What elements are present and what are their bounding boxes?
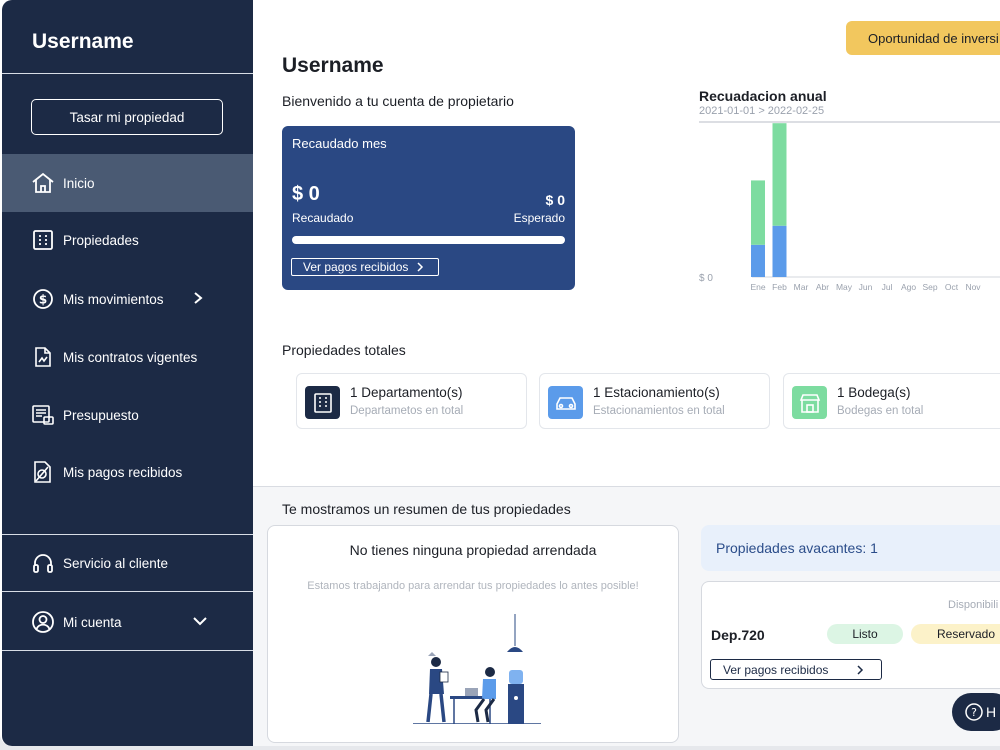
expected-amount: $ 0	[545, 192, 565, 208]
expected-label: Esperado	[513, 211, 565, 225]
building-icon	[31, 228, 55, 252]
empty-desc: Estamos trabajando para arrendar tus pro…	[307, 580, 639, 592]
x-tick-label: Ago	[901, 282, 916, 292]
property-name: 1 Bodega(s)	[837, 385, 911, 400]
help-button[interactable]: ? H	[952, 693, 1000, 731]
sidebar-item-pagos[interactable]: Mis pagos recibidos	[2, 443, 253, 501]
bar-feb-series-1	[772, 123, 787, 226]
headset-icon	[31, 551, 55, 575]
sidebar-item-label: Inicio	[63, 175, 95, 191]
property-card-estacionamientos[interactable]: 1 Estacionamiento(s) Estacionamientos en…	[539, 373, 770, 429]
vacant-properties-banner: Propiedades avacantes: 1	[701, 525, 1000, 571]
x-tick-label: Feb	[772, 282, 787, 292]
collected-progress-bar	[292, 236, 565, 244]
x-tick-label: Mar	[794, 282, 809, 292]
x-tick-label: Sep	[922, 282, 937, 292]
chevron-right-icon	[192, 291, 204, 308]
payments-icon	[31, 460, 55, 484]
office-illustration-icon	[413, 614, 541, 724]
chevron-right-icon	[856, 664, 864, 675]
property-name: 1 Departamento(s)	[350, 385, 463, 400]
availability-label: Disponibili	[948, 599, 999, 611]
collected-card: Recaudado mes $ 0 $ 0 Recaudado Esperado…	[282, 126, 575, 290]
property-name: 1 Estacionamiento(s)	[593, 385, 720, 400]
sidebar-username: Username	[32, 30, 134, 53]
property-name: Dep.720	[711, 627, 765, 643]
collected-label: Recaudado	[292, 211, 354, 225]
property-desc: Estacionamientos en total	[593, 405, 725, 417]
sidebar-item-propiedades[interactable]: Propiedades	[2, 211, 253, 269]
chevron-right-icon	[416, 262, 424, 272]
car-icon	[548, 386, 583, 419]
view-payments-label: Ver pagos recibidos	[723, 662, 829, 677]
home-icon	[31, 171, 55, 195]
x-tick-label: Oct	[945, 282, 959, 292]
annual-collection-chart: $ 0 Ene Feb Mar Abr May Jun Jul Ago Sep Oct Nov	[699, 121, 1000, 292]
x-tick-label: Jul	[882, 282, 893, 292]
bar-ene-series-1	[751, 180, 765, 245]
budget-icon	[31, 403, 55, 427]
status-badge-reserved: Reservado	[911, 624, 1000, 644]
sidebar: Username Tasar mi propiedad Inicio Propi…	[2, 0, 253, 746]
chart-title: Recuadacion anual	[699, 88, 827, 104]
sidebar-item-label: Propiedades	[63, 232, 139, 248]
svg-text:$: $	[39, 293, 47, 307]
sidebar-item-label: Mis contratos vigentes	[63, 349, 198, 365]
rate-property-button[interactable]: Tasar mi propiedad	[31, 99, 223, 135]
summary-title: Te mostramos un resumen de tus propiedad…	[282, 501, 571, 517]
collected-card-title: Recaudado mes	[292, 136, 387, 151]
bar-feb-series-0	[772, 225, 787, 277]
user-circle-icon	[31, 610, 55, 634]
vacant-property-card: Disponibili Dep.720 Listo Reservado Ver …	[701, 581, 1000, 689]
chart-subtitle: 2021-01-01 > 2022-02-25	[699, 105, 825, 117]
divider	[2, 650, 253, 651]
account-item[interactable]: Mi cuenta	[2, 593, 253, 651]
investment-button[interactable]: Oportunidad de inversi	[846, 21, 1000, 55]
help-label: H	[986, 704, 997, 720]
help-circle-icon: ?	[965, 703, 983, 721]
svg-text:?: ?	[971, 706, 977, 719]
property-card-bodegas[interactable]: 1 Bodega(s) Bodegas en total	[783, 373, 1000, 429]
property-desc: Bodegas en total	[837, 405, 924, 417]
divider	[2, 591, 253, 592]
divider	[2, 73, 253, 74]
empty-title: No tienes ninguna propiedad arrendada	[349, 542, 597, 558]
sidebar-item-movimientos[interactable]: $ Mis movimientos	[2, 270, 253, 328]
x-tick-label: Ene	[750, 282, 765, 292]
bar-ene-series-0	[751, 244, 765, 277]
status-badge-ready: Listo	[827, 624, 903, 644]
properties-title: Propiedades totales	[282, 342, 406, 358]
x-tick-label: May	[836, 282, 853, 292]
customer-service-label: Servicio al cliente	[63, 555, 169, 571]
building-icon	[305, 386, 340, 419]
customer-service-item[interactable]: Servicio al cliente	[2, 534, 253, 592]
y-tick-label: $ 0	[699, 273, 713, 284]
sidebar-item-label: Presupuesto	[63, 407, 139, 423]
account-label: Mi cuenta	[63, 614, 122, 630]
summary-section: Te mostramos un resumen de tus propiedad…	[253, 486, 1000, 746]
page-subtitle: Bienvenido a tu cuenta de propietario	[282, 93, 514, 109]
x-tick-label: Nov	[965, 282, 981, 292]
x-tick-label: Abr	[816, 282, 829, 292]
empty-rented-card: No tienes ninguna propiedad arrendada Es…	[267, 525, 679, 743]
property-card-departamentos[interactable]: 1 Departamento(s) Departametos en total	[296, 373, 527, 429]
sidebar-item-inicio[interactable]: Inicio	[2, 154, 253, 212]
store-icon	[792, 386, 827, 419]
sidebar-item-presupuesto[interactable]: Presupuesto	[2, 386, 253, 444]
app-window: Username Tasar mi propiedad Inicio Propi…	[0, 0, 1000, 746]
page-title: Username	[282, 54, 384, 77]
sidebar-item-contratos[interactable]: Mis contratos vigentes	[2, 328, 253, 386]
sidebar-item-label: Mis movimientos	[63, 291, 164, 307]
view-payments-label: Ver pagos recibidos	[303, 260, 409, 274]
chevron-down-icon	[192, 615, 208, 630]
x-tick-label: Jun	[859, 282, 873, 292]
property-desc: Departametos en total	[350, 405, 464, 417]
contract-icon	[31, 345, 55, 369]
collected-amount: $ 0	[292, 183, 320, 205]
sidebar-item-label: Mis pagos recibidos	[63, 464, 183, 480]
view-payments-link[interactable]: Ver pagos recibidos	[710, 659, 882, 680]
view-payments-link[interactable]: Ver pagos recibidos	[291, 258, 439, 276]
main-content: Oportunidad de inversi Username Bienveni…	[253, 0, 1000, 746]
money-cycle-icon: $	[31, 287, 55, 311]
